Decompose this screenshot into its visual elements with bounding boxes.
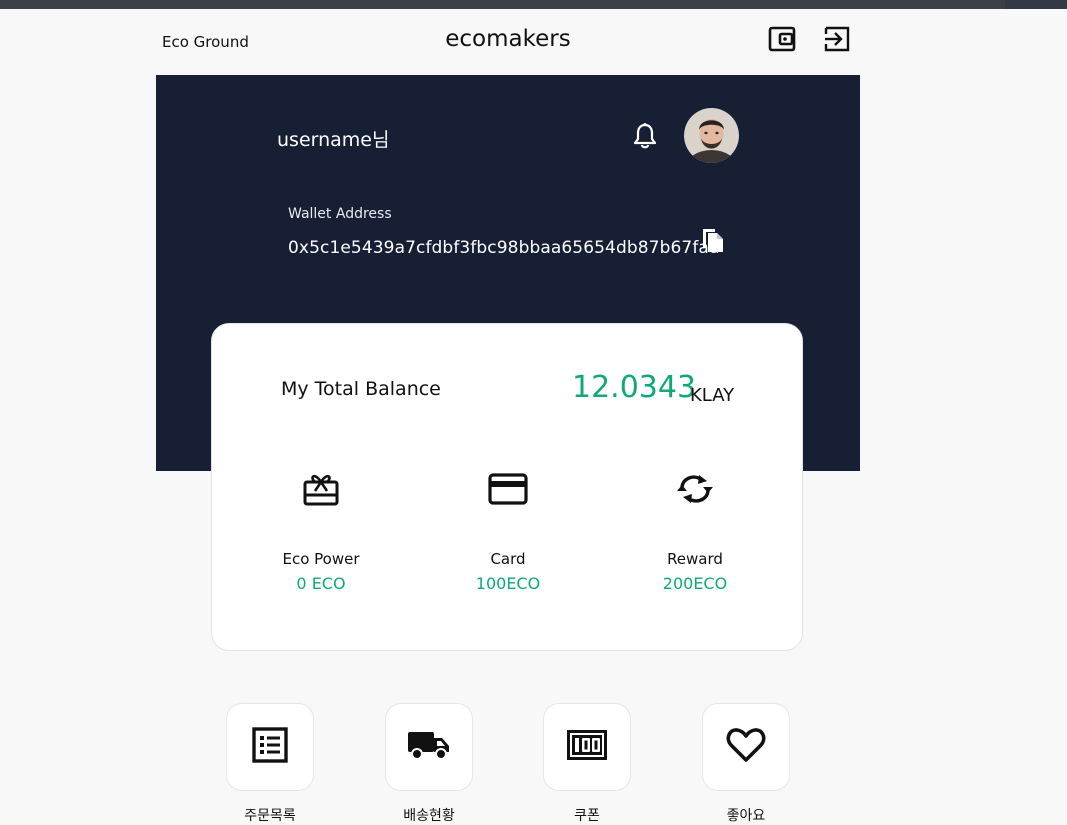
menu-label: 주문목록: [244, 808, 296, 824]
username: username님: [277, 129, 390, 151]
copy-address-button[interactable]: [700, 226, 726, 256]
menu-delivery-status[interactable]: 배송현황: [385, 703, 473, 825]
menu-order-list[interactable]: 주문목록: [226, 703, 314, 825]
browser-top-strip-inner: [0, 0, 1005, 9]
bell-icon: [632, 122, 658, 154]
credit-card-icon: [428, 464, 588, 514]
stat-card[interactable]: Card 100ECO: [428, 464, 588, 593]
gift-card-icon: [241, 464, 401, 514]
menu-likes[interactable]: 좋아요: [702, 703, 790, 825]
likes-button[interactable]: [702, 703, 790, 791]
delivery-status-button[interactable]: [385, 703, 473, 791]
wallet-address-value: 0x5c1e5439a7cfdbf3fbc98bbaa65654db87b67f…: [288, 238, 720, 258]
balance-card: My Total Balance 12.0343 KLAY Eco Power …: [211, 323, 803, 651]
menu-label: 쿠폰: [574, 808, 600, 824]
notification-button[interactable]: [629, 122, 661, 154]
wallet-button[interactable]: [767, 26, 797, 56]
brand-title[interactable]: ecomakers: [156, 26, 860, 52]
avatar[interactable]: [684, 108, 739, 163]
sync-icon: [615, 464, 775, 514]
stat-label: Card: [490, 550, 526, 568]
stat-reward[interactable]: Reward 200ECO: [615, 464, 775, 593]
stat-value: 100ECO: [475, 574, 541, 593]
total-balance-value: 12.0343: [572, 370, 697, 405]
balance-unit: KLAY: [690, 385, 735, 406]
menu-coupon[interactable]: 쿠폰: [543, 703, 631, 825]
stat-eco-power[interactable]: Eco Power 0 ECO: [241, 464, 401, 593]
app-header: Eco Ground ecomakers: [156, 9, 860, 75]
heart-icon: [726, 727, 766, 767]
menu-label: 좋아요: [726, 808, 766, 824]
truck-icon: [407, 728, 451, 766]
stat-label: Eco Power: [282, 550, 360, 568]
app-container: Eco Ground ecomakers username님 Wallet Ad…: [156, 9, 860, 824]
wallet-address-label: Wallet Address: [288, 206, 392, 222]
logout-button[interactable]: [822, 26, 852, 56]
wallet-icon: [768, 25, 796, 57]
order-list-button[interactable]: [226, 703, 314, 791]
stat-value: 200ECO: [662, 574, 728, 593]
coupon-button[interactable]: [543, 703, 631, 791]
logout-icon: [823, 25, 851, 57]
stat-value: 0 ECO: [296, 574, 346, 593]
total-balance-label: My Total Balance: [281, 378, 441, 400]
copy-icon: [701, 225, 725, 257]
coupon-icon: [567, 730, 607, 764]
order-list-icon: [252, 727, 288, 767]
browser-top-strip: [0, 0, 1067, 9]
stat-label: Reward: [667, 550, 723, 568]
menu-label: 배송현황: [403, 808, 455, 824]
